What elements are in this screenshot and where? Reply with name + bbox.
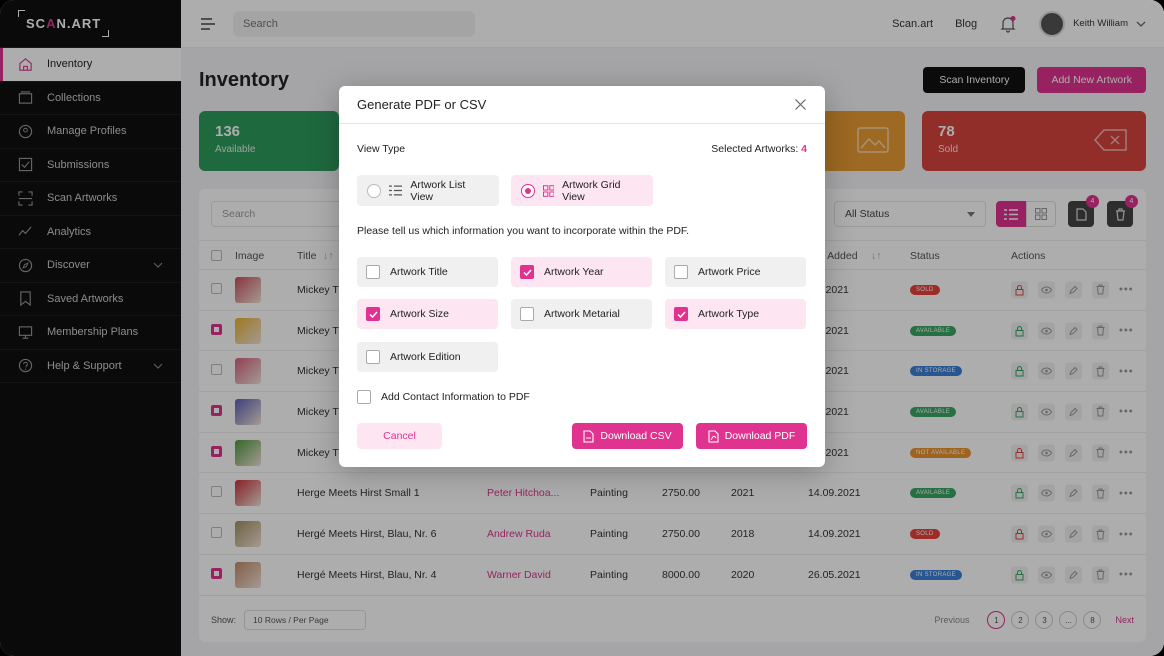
download-pdf-label: Download PDF bbox=[724, 430, 796, 442]
option-artwork-price[interactable]: Artwork Price bbox=[665, 257, 806, 287]
option-checkbox[interactable] bbox=[366, 350, 380, 364]
list-view-label: Artwork List View bbox=[410, 178, 466, 203]
download-pdf-button[interactable]: Download PDF bbox=[696, 423, 807, 449]
grid-view-label: Artwork Grid View bbox=[562, 178, 621, 203]
option-checkbox[interactable] bbox=[674, 265, 688, 279]
grid-view-radio[interactable] bbox=[521, 183, 535, 198]
view-type-label: View Type bbox=[357, 143, 406, 155]
contact-info-label: Add Contact Information to PDF bbox=[381, 391, 530, 403]
close-icon[interactable] bbox=[793, 98, 807, 112]
option-label: Artwork Price bbox=[698, 266, 761, 278]
option-label: Artwork Size bbox=[390, 308, 449, 320]
option-checkbox[interactable] bbox=[520, 265, 534, 279]
modal-title: Generate PDF or CSV bbox=[357, 97, 487, 112]
option-artwork-title[interactable]: Artwork Title bbox=[357, 257, 498, 287]
list-view-option[interactable]: Artwork List View bbox=[357, 175, 499, 206]
incorporate-prompt: Please tell us which information you wan… bbox=[357, 225, 690, 237]
option-label: Artwork Metarial bbox=[544, 308, 620, 320]
option-label: Artwork Title bbox=[390, 266, 448, 278]
selected-count: 4 bbox=[801, 143, 807, 155]
check-icon bbox=[676, 310, 686, 318]
contact-info-checkbox[interactable] bbox=[357, 390, 371, 404]
option-label: Artwork Year bbox=[544, 266, 604, 278]
list-view-radio[interactable] bbox=[367, 183, 381, 198]
generate-pdf-modal: Generate PDF or CSV View Type Selected A… bbox=[339, 86, 825, 467]
selected-artworks-label: Selected Artworks: bbox=[711, 143, 799, 155]
check-icon bbox=[368, 310, 378, 318]
cancel-button[interactable]: Cancel bbox=[357, 423, 442, 449]
option-label: Artwork Type bbox=[698, 308, 760, 320]
contact-info-option[interactable]: Add Contact Information to PDF bbox=[357, 390, 530, 404]
option-artwork-year[interactable]: Artwork Year bbox=[511, 257, 652, 287]
check-icon bbox=[522, 268, 532, 276]
option-checkbox[interactable] bbox=[366, 265, 380, 279]
grid-view-option[interactable]: Artwork Grid View bbox=[511, 175, 653, 206]
option-label: Artwork Edition bbox=[390, 351, 461, 363]
app-window: SCAN.ART Inventory Collections Manage Prof… bbox=[0, 0, 1164, 656]
selected-artworks: Selected Artworks: 4 bbox=[711, 143, 807, 155]
option-artwork-type[interactable]: Artwork Type bbox=[665, 299, 806, 329]
download-csv-button[interactable]: Download CSV bbox=[572, 423, 683, 449]
option-artwork-edition[interactable]: Artwork Edition bbox=[357, 342, 498, 372]
option-checkbox[interactable] bbox=[366, 307, 380, 321]
pdf-file-icon bbox=[708, 429, 719, 443]
option-checkbox[interactable] bbox=[674, 307, 688, 321]
option-artwork-metarial[interactable]: Artwork Metarial bbox=[511, 299, 652, 329]
list-icon bbox=[388, 185, 403, 196]
grid-icon bbox=[542, 184, 555, 197]
csv-file-icon bbox=[583, 429, 594, 443]
download-csv-label: Download CSV bbox=[600, 430, 672, 442]
option-artwork-size[interactable]: Artwork Size bbox=[357, 299, 498, 329]
option-checkbox[interactable] bbox=[520, 307, 534, 321]
